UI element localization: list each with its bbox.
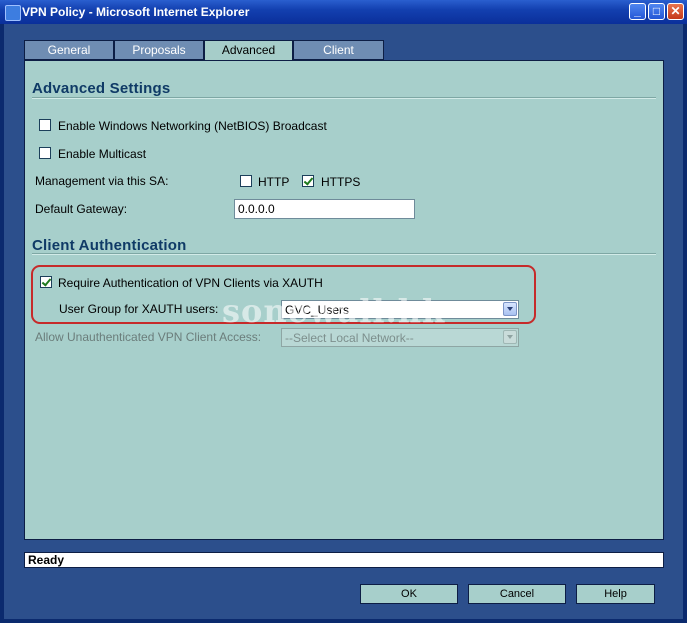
tab-client-label: Client: [323, 43, 354, 57]
multicast-checkbox[interactable]: [39, 147, 51, 159]
tab-general[interactable]: General: [24, 40, 114, 60]
unauth-access-value: --Select Local Network--: [285, 331, 414, 345]
netbios-checkbox[interactable]: [39, 119, 51, 131]
help-button[interactable]: Help: [576, 584, 655, 604]
client-auth-divider: [32, 253, 656, 255]
user-group-label: User Group for XAUTH users:: [59, 302, 219, 316]
maximize-icon: □: [652, 4, 661, 18]
window-title: VPN Policy - Microsoft Internet Explorer: [22, 5, 250, 19]
maximize-button[interactable]: □: [648, 3, 665, 20]
tab-advanced-label: Advanced: [221, 43, 276, 57]
http-checkbox[interactable]: [240, 175, 252, 187]
xauth-checkbox[interactable]: [40, 276, 52, 288]
unauth-access-label: Allow Unauthenticated VPN Client Access:: [35, 330, 262, 344]
unauth-access-select[interactable]: --Select Local Network--: [281, 328, 519, 347]
management-label: Management via this SA:: [35, 174, 169, 188]
title-bar[interactable]: VPN Policy - Microsoft Internet Explorer…: [0, 0, 687, 24]
chevron-down-icon: [503, 330, 517, 344]
advanced-divider: [32, 97, 656, 99]
http-label: HTTP: [258, 175, 290, 189]
default-gateway-input[interactable]: 0.0.0.0: [234, 199, 415, 219]
tab-general-label: General: [47, 43, 91, 57]
https-label: HTTPS: [321, 175, 361, 189]
xauth-label: Require Authentication of VPN Clients vi…: [58, 276, 323, 290]
default-gateway-label: Default Gateway:: [35, 202, 128, 216]
chevron-down-icon[interactable]: [503, 302, 517, 316]
close-button[interactable]: ✕: [667, 3, 684, 20]
tab-advanced[interactable]: Advanced: [204, 40, 293, 62]
watermark-text: sonewall.hk: [222, 292, 446, 330]
close-icon: ✕: [670, 4, 681, 18]
tab-proposals[interactable]: Proposals: [114, 40, 204, 60]
netbios-label: Enable Windows Networking (NetBIOS) Broa…: [58, 119, 327, 133]
minimize-button[interactable]: _: [629, 3, 646, 20]
minimize-icon: _: [634, 4, 641, 18]
multicast-label: Enable Multicast: [58, 147, 147, 161]
ok-button[interactable]: OK: [360, 584, 458, 604]
ie-window: VPN Policy - Microsoft Internet Explorer…: [0, 0, 687, 623]
client-auth-heading: Client Authentication: [32, 237, 187, 254]
https-checkbox[interactable]: [302, 175, 314, 187]
advanced-settings-heading: Advanced Settings: [32, 80, 171, 97]
tab-proposals-label: Proposals: [132, 43, 186, 57]
ie-app-icon: [5, 5, 21, 21]
tab-client[interactable]: Client: [293, 40, 384, 60]
cancel-button[interactable]: Cancel: [468, 584, 566, 604]
status-bar: Ready: [24, 552, 664, 568]
